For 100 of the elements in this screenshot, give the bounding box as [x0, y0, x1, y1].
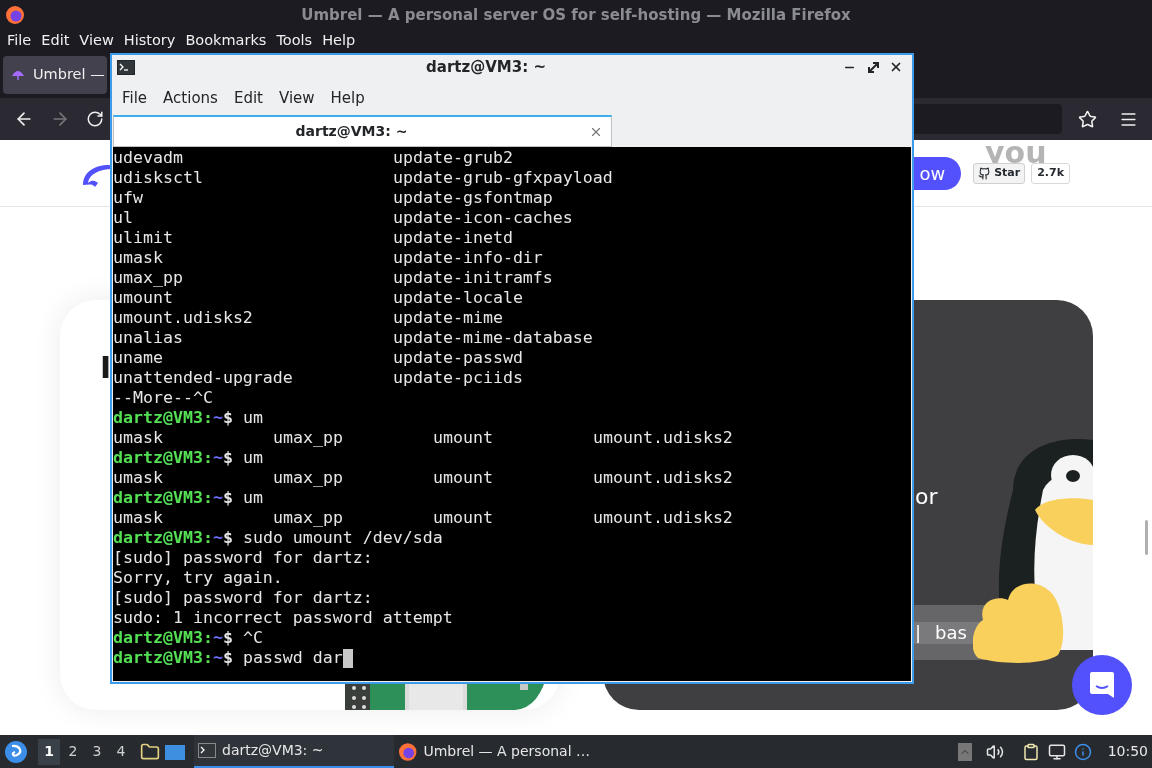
- shell-prompt: dartz@VM3:~$: [113, 648, 233, 668]
- menu-item[interactable]: View: [272, 86, 321, 110]
- browser-icon: [5, 5, 25, 25]
- github-star-button[interactable]: Star: [973, 162, 1026, 184]
- terminal-text: umax_pp: [273, 428, 344, 448]
- command-text: |: [915, 621, 922, 645]
- cta-button[interactable]: ow: [914, 156, 962, 190]
- restore-icon[interactable]: [868, 61, 879, 73]
- menu-item[interactable]: Edit: [36, 30, 75, 52]
- command-text: um: [242, 448, 263, 468]
- terminal-text: update-initramfs: [393, 268, 554, 288]
- star-count: 2.7k: [1031, 162, 1070, 184]
- menu-item[interactable]: History: [118, 30, 181, 52]
- command-text: ^C: [242, 628, 263, 648]
- terminal-text: update-pciids: [393, 368, 524, 388]
- terminal-text: umask: [113, 508, 164, 528]
- terminal-text: umount.udisks2: [593, 508, 734, 528]
- terminal-text: umount: [433, 508, 494, 528]
- clock[interactable]: 10:50: [1107, 741, 1148, 762]
- menu-item[interactable]: Help: [324, 86, 371, 110]
- terminal-text: ul: [113, 208, 134, 228]
- bookmark-star-icon[interactable]: [1078, 109, 1097, 129]
- scrollbar-thumb[interactable]: [1145, 520, 1148, 555]
- umbrella-icon: [11, 68, 25, 82]
- menu-item[interactable]: Actions: [157, 86, 224, 110]
- terminal-text: --More--^C: [113, 388, 213, 408]
- terminal-text: update-grub2: [393, 148, 514, 168]
- workspace-button[interactable]: 4: [110, 738, 132, 765]
- terminal-text: umount: [113, 288, 174, 308]
- menu-item[interactable]: Help: [317, 30, 361, 52]
- terminal-text: update-info-dir: [393, 248, 544, 268]
- terminal-text: umax_pp: [273, 468, 344, 488]
- terminal-text: umask: [113, 468, 164, 488]
- shell-prompt: dartz@VM3:~$: [113, 448, 233, 468]
- menu-item[interactable]: Edit: [227, 86, 269, 110]
- terminal-icon: [198, 743, 216, 758]
- desktop-icon[interactable]: [164, 742, 186, 761]
- terminal-text: Sorry, try again.: [113, 568, 283, 588]
- terminal-text: umax_pp: [273, 508, 344, 528]
- terminal-text: update-mime: [393, 308, 504, 328]
- command-text: passwd dar: [242, 648, 343, 668]
- command-text: bas: [935, 621, 967, 645]
- start-menu-icon[interactable]: [4, 739, 28, 764]
- command-text: um: [242, 488, 263, 508]
- terminal-tab[interactable]: dartz@VM3: ~: [113, 115, 612, 147]
- network-icon[interactable]: [1047, 742, 1066, 761]
- terminal-text: umount: [433, 468, 494, 488]
- workspace-button[interactable]: 2: [62, 738, 84, 765]
- shell-prompt: dartz@VM3:~$: [113, 408, 233, 428]
- taskbar-task[interactable]: Umbrel — A personal …: [394, 735, 594, 768]
- menu-item[interactable]: File: [2, 30, 37, 52]
- menu-item[interactable]: File: [116, 86, 154, 110]
- chat-icon: [1089, 671, 1115, 699]
- shell-prompt: dartz@VM3:~$: [113, 628, 233, 648]
- folder-icon[interactable]: [140, 741, 160, 762]
- terminal-icon: [117, 59, 135, 75]
- terminal-text: unattended-upgrade: [113, 368, 294, 388]
- shell-prompt: dartz@VM3:~$: [113, 528, 233, 548]
- clipboard-icon[interactable]: [1021, 742, 1040, 761]
- command-text: sudo umount /dev/sda: [242, 528, 443, 548]
- terminal-text: umount: [433, 428, 494, 448]
- terminal-text: update-grub-gfxpayload: [393, 168, 614, 188]
- volume-icon[interactable]: [985, 742, 1004, 761]
- notification-icon[interactable]: [1073, 742, 1092, 761]
- terminal-text: update-mime-database: [393, 328, 594, 348]
- terminal-text: update-inetd: [393, 228, 514, 248]
- browser-tab[interactable]: Umbrel —: [3, 56, 107, 94]
- terminal-text: update-locale: [393, 288, 524, 308]
- window-title: Umbrel — A personal server OS for self-hosting — Mozilla Firefox: [300, 4, 852, 26]
- window-title: dartz@VM3: ~: [425, 56, 547, 78]
- card-heading: I: [100, 350, 112, 385]
- terminal-text: udisksctl: [113, 168, 204, 188]
- workspace-button[interactable]: 1: [38, 738, 60, 765]
- terminal-text: umount.udisks2: [593, 428, 734, 448]
- terminal-text: update-icon-caches: [393, 208, 574, 228]
- command-text: um: [242, 408, 263, 428]
- terminal-text: ulimit: [113, 228, 174, 248]
- taskbar-task[interactable]: dartz@VM3: ~: [194, 735, 394, 768]
- terminal-text: update-gsfontmap: [393, 188, 554, 208]
- url-field[interactable]: [912, 104, 1062, 134]
- terminal-text: update-passwd: [393, 348, 524, 368]
- terminal-text: umask: [113, 428, 164, 448]
- terminal-text: umask: [113, 248, 164, 268]
- card-text: or: [915, 483, 938, 511]
- terminal-text: unalias: [113, 328, 184, 348]
- menu-item[interactable]: View: [74, 30, 119, 52]
- reload-icon[interactable]: [86, 110, 104, 128]
- terminal-text: umax_pp: [113, 268, 184, 288]
- github-icon: [978, 166, 992, 180]
- terminal-text: [sudo] password for dartz:: [113, 588, 373, 608]
- tray-expand-icon[interactable]: [957, 742, 972, 761]
- menu-item[interactable]: Tools: [271, 30, 318, 52]
- terminal-text: umount.udisks2: [593, 468, 734, 488]
- shell-prompt: dartz@VM3:~$: [113, 488, 233, 508]
- workspace-button[interactable]: 3: [86, 738, 108, 765]
- menu-item[interactable]: Bookmarks: [180, 30, 272, 52]
- close-icon[interactable]: [889, 60, 903, 74]
- chat-button[interactable]: [1072, 655, 1132, 715]
- terminal-text: ufw: [113, 188, 144, 208]
- browser-icon: [398, 741, 418, 762]
